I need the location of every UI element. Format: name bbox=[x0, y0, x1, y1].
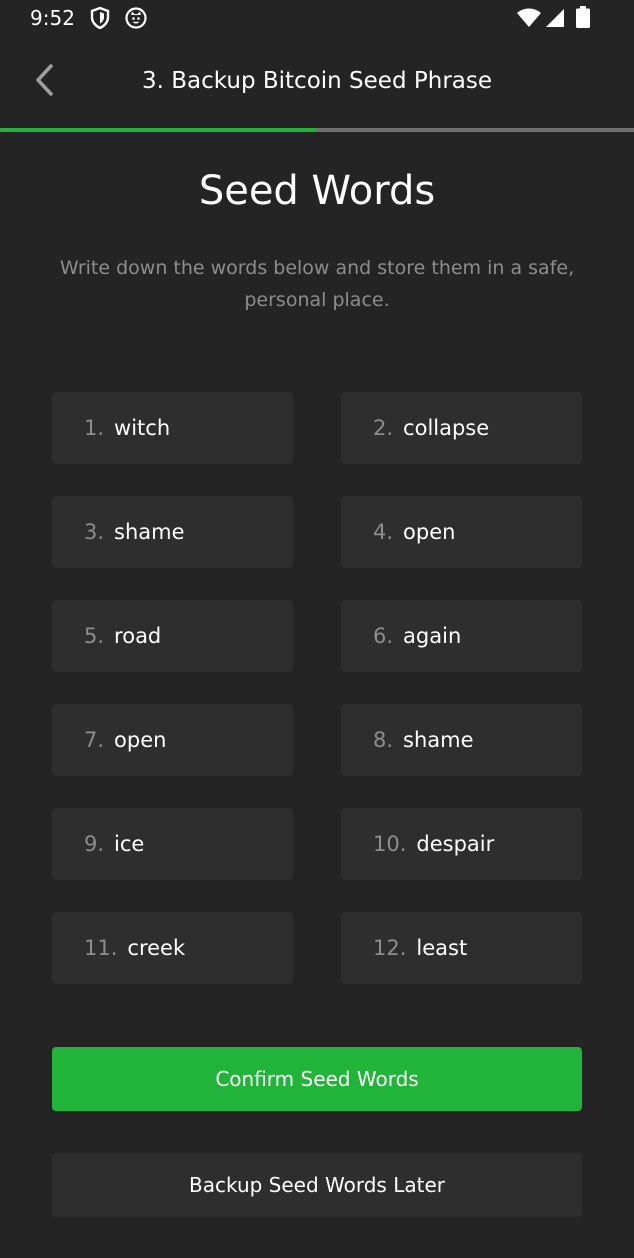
seed-word-card: 7. open bbox=[52, 704, 293, 776]
cat-icon bbox=[125, 7, 147, 33]
seed-word-number: 6. bbox=[373, 624, 394, 648]
seed-word-card: 12. least bbox=[341, 912, 582, 984]
seed-word-number: 9. bbox=[84, 832, 105, 856]
seed-word-card: 4. open bbox=[341, 496, 582, 568]
seed-word-number: 1. bbox=[84, 416, 105, 440]
seed-word-card: 6. again bbox=[341, 600, 582, 672]
seed-word-card: 11. creek bbox=[52, 912, 293, 984]
seed-word-card: 3. shame bbox=[52, 496, 293, 568]
seed-word-card: 2. collapse bbox=[341, 392, 582, 464]
header-title: 3. Backup Bitcoin Seed Phrase bbox=[142, 68, 492, 94]
page-title: Seed Words bbox=[198, 168, 436, 214]
status-bar: 9:52 bbox=[0, 0, 634, 36]
seed-word: open bbox=[403, 520, 456, 544]
seed-word-card: 8. shame bbox=[341, 704, 582, 776]
seed-word-number: 10. bbox=[373, 832, 407, 856]
seed-word-card: 1. witch bbox=[52, 392, 293, 464]
seed-word: shame bbox=[114, 520, 185, 544]
backup-later-button[interactable]: Backup Seed Words Later bbox=[52, 1153, 582, 1217]
progress-fill bbox=[0, 128, 317, 132]
wifi-icon bbox=[516, 8, 542, 32]
seed-word-grid: 1. witch 2. collapse 3. shame 4. open 5. road… bbox=[52, 392, 582, 984]
shield-icon bbox=[90, 6, 110, 33]
confirm-seed-words-button[interactable]: Confirm Seed Words bbox=[52, 1047, 582, 1111]
seed-word: collapse bbox=[403, 416, 490, 440]
seed-word: again bbox=[403, 624, 462, 648]
cell-signal-icon bbox=[545, 8, 565, 32]
progress-bar bbox=[0, 128, 634, 132]
seed-word-number: 4. bbox=[373, 520, 394, 544]
app-header: 3. Backup Bitcoin Seed Phrase bbox=[0, 36, 634, 128]
seed-word-number: 3. bbox=[84, 520, 105, 544]
seed-word-card: 9. ice bbox=[52, 808, 293, 880]
battery-icon bbox=[576, 6, 590, 32]
seed-word-number: 11. bbox=[84, 936, 118, 960]
seed-word: shame bbox=[403, 728, 474, 752]
seed-word: road bbox=[114, 624, 162, 648]
seed-word: despair bbox=[416, 832, 495, 856]
seed-word-number: 12. bbox=[373, 936, 407, 960]
seed-word: ice bbox=[114, 832, 145, 856]
seed-word-card: 5. road bbox=[52, 600, 293, 672]
page-subtitle: Write down the words below and store the… bbox=[59, 257, 575, 311]
seed-word: open bbox=[114, 728, 167, 752]
status-time: 9:52 bbox=[30, 6, 75, 30]
seed-word-number: 8. bbox=[373, 728, 394, 752]
seed-word-number: 2. bbox=[373, 416, 394, 440]
seed-word-card: 10. despair bbox=[341, 808, 582, 880]
seed-word-number: 7. bbox=[84, 728, 105, 752]
seed-word: creek bbox=[127, 936, 186, 960]
seed-word-number: 5. bbox=[84, 624, 105, 648]
seed-word: least bbox=[416, 936, 468, 960]
seed-word: witch bbox=[114, 416, 171, 440]
